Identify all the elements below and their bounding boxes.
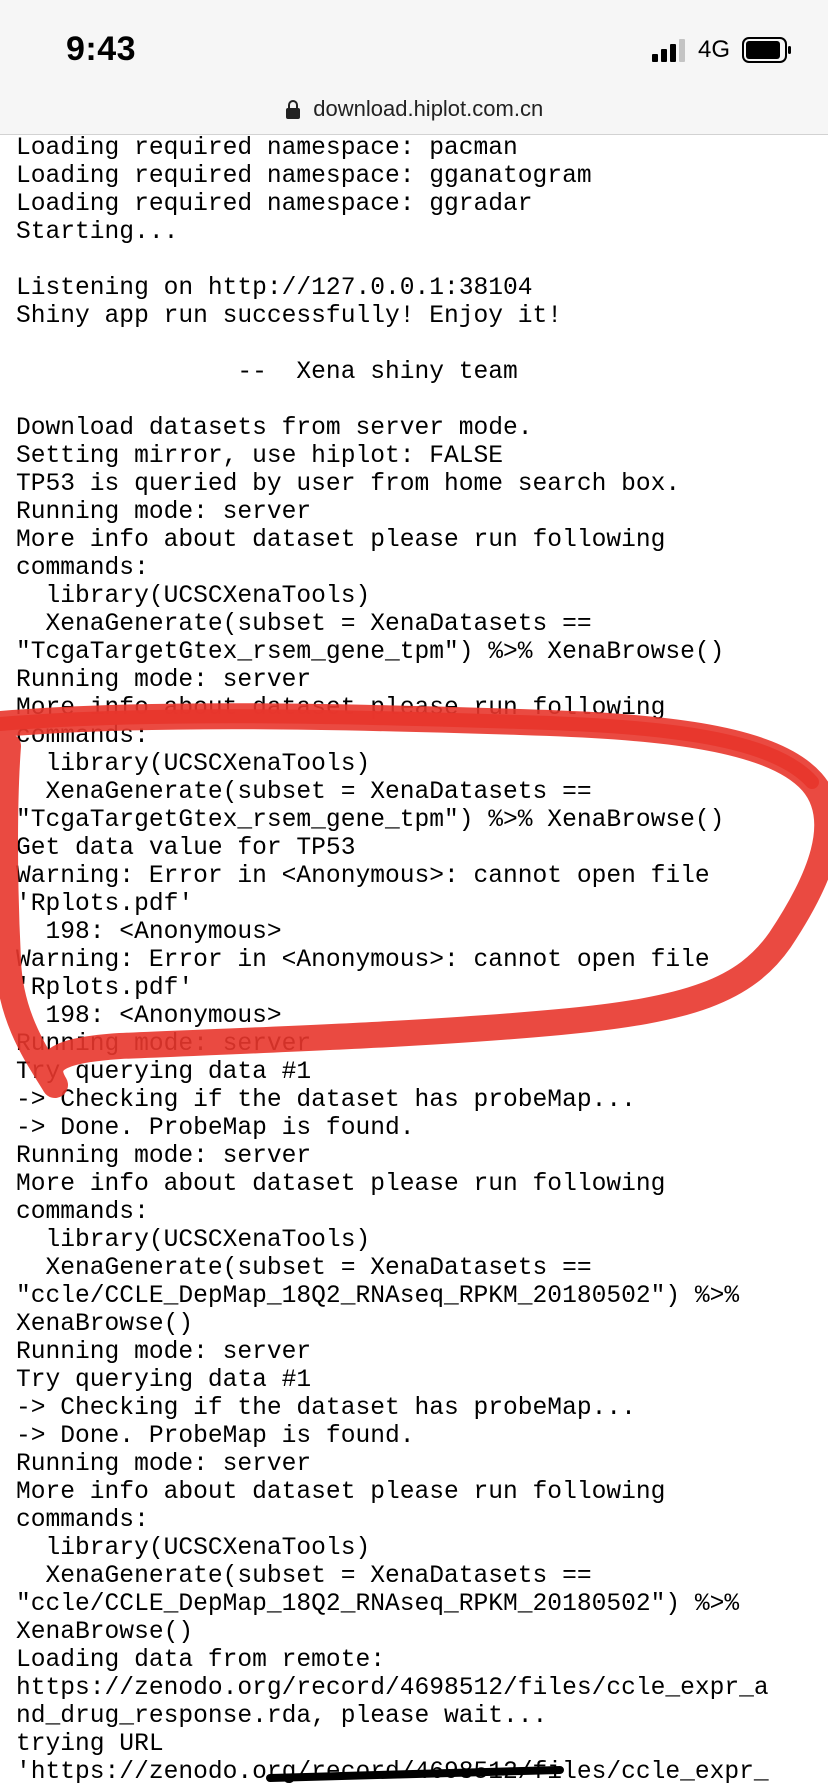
console-line: Running mode: server [16,1031,312,1058]
status-bar: 9:43 4G [0,0,828,92]
console-line: Warning: Error in <Anonymous>: cannot op… [16,947,710,974]
console-line: More info about dataset please run follo… [16,1479,666,1506]
console-line: Loading data from remote: [16,1647,385,1674]
console-line: 198: <Anonymous> [16,919,282,946]
console-line: Try querying data #1 [16,1059,312,1086]
console-line: trying URL [16,1731,164,1758]
console-line: Running mode: server [16,1451,312,1478]
console-output: Loading required namespace: pacman Loadin… [16,135,816,1787]
status-time: 9:43 [66,30,137,68]
console-line: library(UCSCXenaTools) [16,1535,371,1562]
address-bar[interactable]: download.hiplot.com.cn [0,84,828,135]
console-line: Loading required namespace: gganatogram [16,163,592,190]
console-line: commands: [16,1199,149,1226]
console-line: Running mode: server [16,1339,312,1366]
console-line: "TcgaTargetGtex_rsem_gene_tpm") %>% Xena… [16,807,725,834]
console-line: Shiny app run successfully! Enjoy it! [16,303,563,330]
console-line: Running mode: server [16,499,312,526]
console-line: 198: <Anonymous> [16,1003,282,1030]
console-line: XenaGenerate(subset = XenaDatasets == [16,611,592,638]
console-line: library(UCSCXenaTools) [16,751,371,778]
console-line: XenaGenerate(subset = XenaDatasets == [16,779,592,806]
console-line: 'https://zenodo.org/record/4698512/files… [16,1759,769,1786]
network-type: 4G [698,36,731,63]
console-line: Warning: Error in <Anonymous>: cannot op… [16,863,710,890]
console-line: "TcgaTargetGtex_rsem_gene_tpm") %>% Xena… [16,639,725,666]
console-line: library(UCSCXenaTools) [16,583,371,610]
console-line: Try querying data #1 [16,1367,312,1394]
console-line: commands: [16,555,149,582]
console-line: library(UCSCXenaTools) [16,1227,371,1254]
console-line: XenaGenerate(subset = XenaDatasets == [16,1563,592,1590]
signal-icon [652,39,685,62]
console-line: XenaBrowse() [16,1311,194,1338]
console-line: Setting mirror, use hiplot: FALSE [16,443,504,470]
console-line: Download datasets from server mode. [16,415,533,442]
console-line: XenaGenerate(subset = XenaDatasets == [16,1255,592,1282]
console-line: Running mode: server [16,667,312,694]
console-line: XenaBrowse() [16,1619,194,1646]
console-line: -> Checking if the dataset has probeMap.… [16,1087,636,1114]
console-line: Loading required namespace: ggradar [16,191,533,218]
console-line: 'Rplots.pdf' [16,975,194,1002]
console-line: "ccle/CCLE_DepMap_18Q2_RNAseq_RPKM_20180… [16,1283,740,1310]
console-line: Running mode: server [16,1143,312,1170]
console-line: -- Xena shiny team [16,359,518,386]
console-line: commands: [16,1507,149,1534]
console-line: Get data value for TP53 [16,835,356,862]
console-line: -> Done. ProbeMap is found. [16,1115,415,1142]
console-line: TP53 is queried by user from home search… [16,471,681,498]
console-line: More info about dataset please run follo… [16,1171,666,1198]
console-line: nd_drug_response.rda, please wait... [16,1703,548,1730]
lock-icon [285,100,300,119]
console-line: More info about dataset please run follo… [16,695,666,722]
console-line: More info about dataset please run follo… [16,527,666,554]
console-line: commands: [16,723,149,750]
console-line: Starting... [16,219,179,246]
console-line: -> Checking if the dataset has probeMap.… [16,1395,636,1422]
url-text[interactable]: download.hiplot.com.cn [313,84,543,134]
console-line: Loading required namespace: pacman [16,135,518,162]
console-line: https://zenodo.org/record/4698512/files/… [16,1675,769,1702]
console-line: Listening on http://127.0.0.1:38104 [16,275,533,302]
console-line: 'Rplots.pdf' [16,891,194,918]
battery-icon [742,37,791,63]
console-line: -> Done. ProbeMap is found. [16,1423,415,1450]
console-line: "ccle/CCLE_DepMap_18Q2_RNAseq_RPKM_20180… [16,1591,740,1618]
